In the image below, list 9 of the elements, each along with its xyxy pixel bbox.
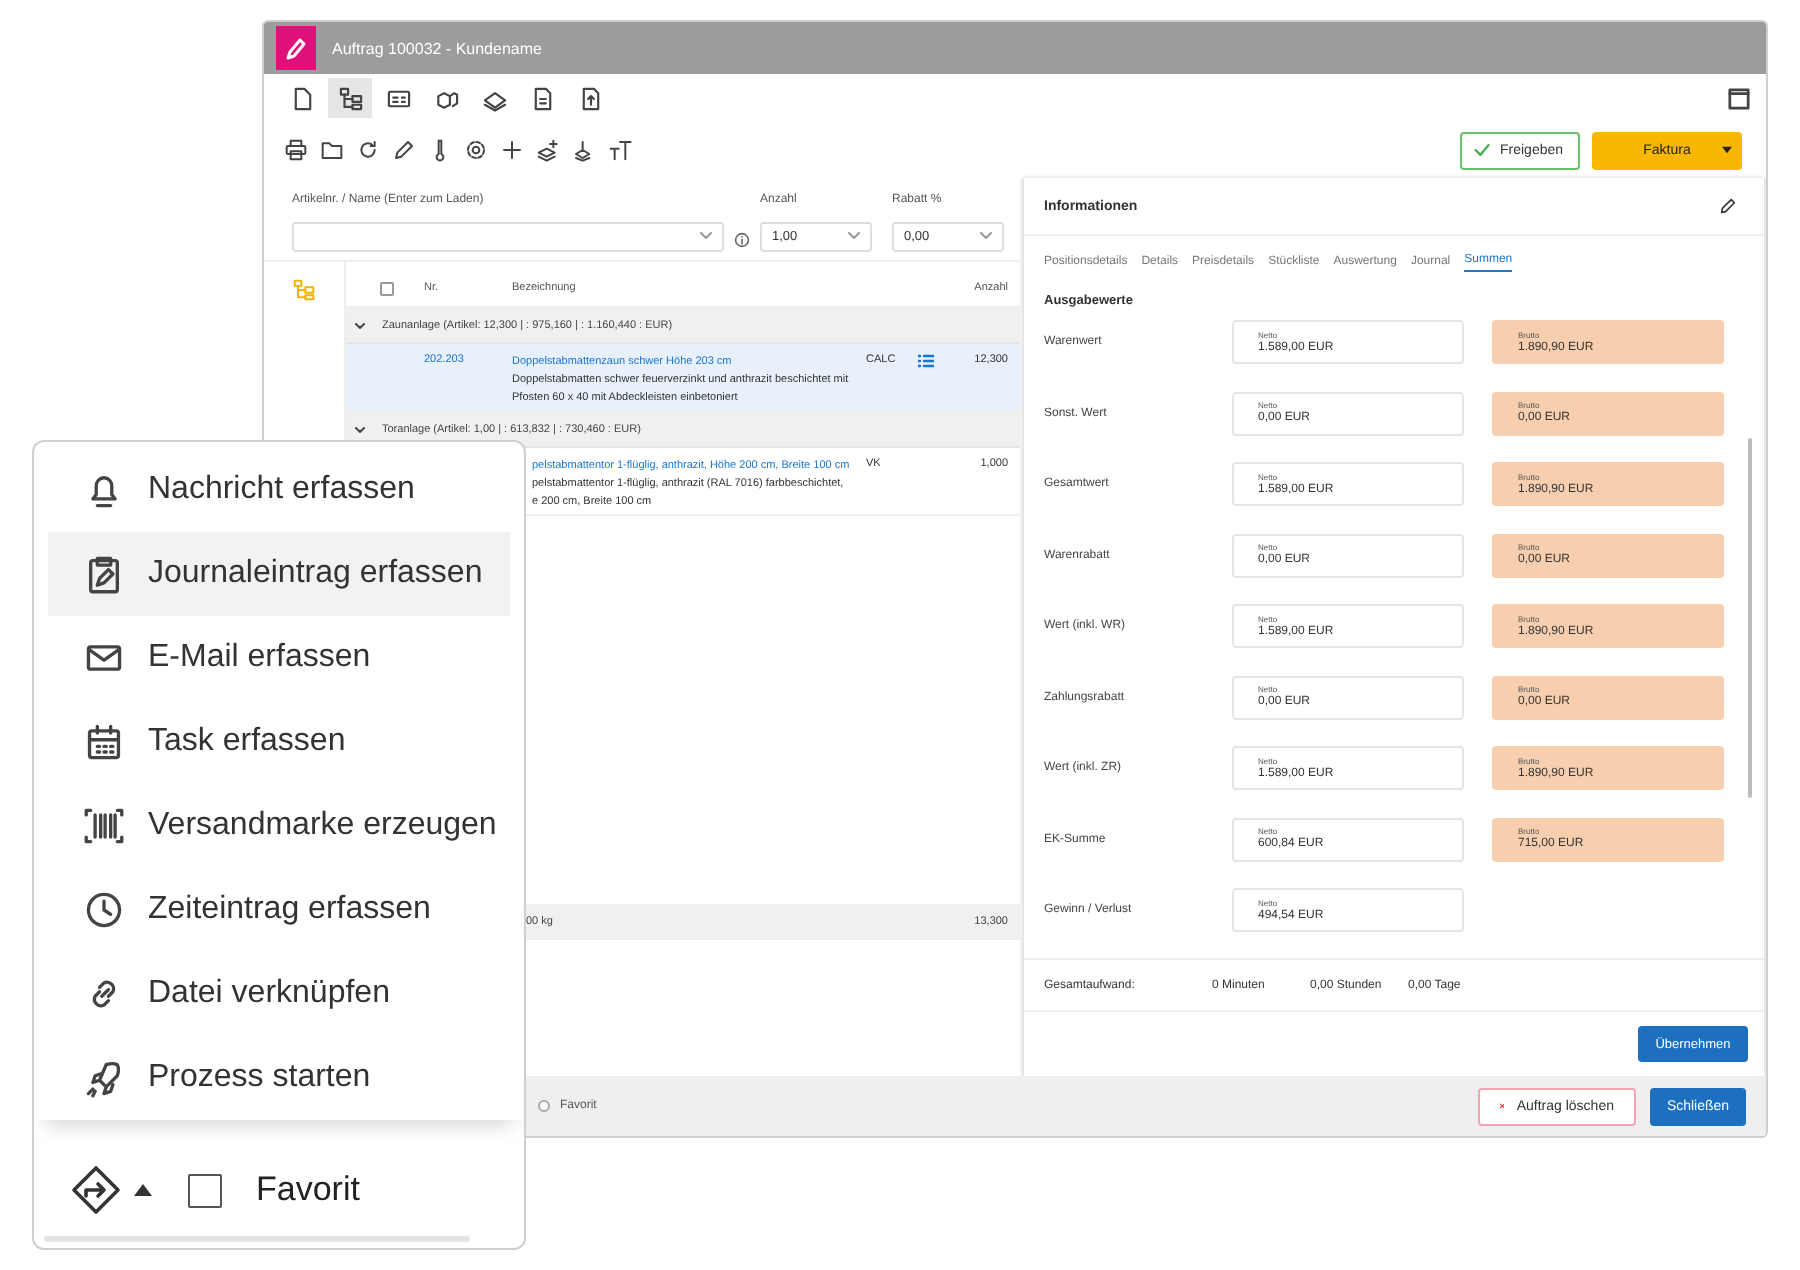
favorite-label: Favorit [256, 1170, 360, 1210]
menu-item[interactable]: Zeiteintrag erfassen [48, 868, 510, 952]
menu-item[interactable]: Journaleintrag erfassen [48, 532, 510, 616]
window-title: Auftrag 100032 - Kundename [332, 39, 542, 57]
menu-item[interactable]: Task erfassen [48, 700, 510, 784]
menu-item[interactable]: Datei verknüpfen [48, 952, 510, 1036]
menu-item[interactable]: Prozess starten [48, 1036, 510, 1120]
menu-item[interactable]: E-Mail erfassen [48, 616, 510, 700]
menu-item[interactable]: Versandmarke erzeugen [48, 784, 510, 868]
